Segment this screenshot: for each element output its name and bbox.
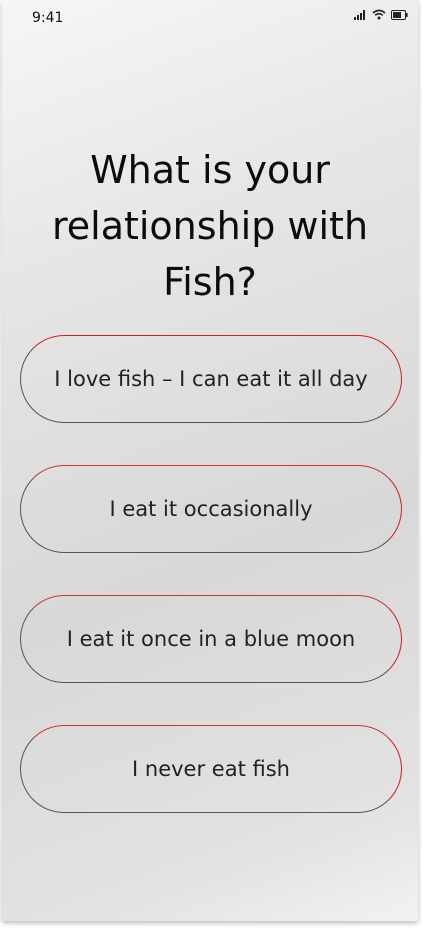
option-occasionally-button[interactable]: I eat it occasionally [20, 465, 402, 553]
status-bar: 9:41 [2, 0, 418, 36]
status-icons [354, 9, 408, 20]
answer-options: I love fish – I can eat it all day I eat… [20, 335, 402, 855]
option-never-button[interactable]: I never eat fish [20, 725, 402, 813]
option-label: I eat it occasionally [109, 497, 313, 521]
question-line: Fish? [163, 260, 257, 304]
question-title: What is your relationship with Fish? [2, 142, 418, 310]
signal-icon [354, 9, 367, 20]
question-line: relationship with [51, 204, 369, 248]
wifi-icon [372, 9, 386, 20]
option-blue-moon-button[interactable]: I eat it once in a blue moon [20, 595, 402, 683]
option-label: I love fish – I can eat it all day [54, 367, 368, 391]
phone-screen: 9:41 What is your relationship with Fish… [2, 0, 418, 921]
question-line: What is your [90, 148, 330, 192]
option-label: I never eat fish [132, 757, 290, 781]
status-time: 9:41 [32, 10, 64, 26]
battery-icon [391, 9, 408, 20]
option-love-fish-button[interactable]: I love fish – I can eat it all day [20, 335, 402, 423]
option-label: I eat it once in a blue moon [66, 627, 356, 651]
